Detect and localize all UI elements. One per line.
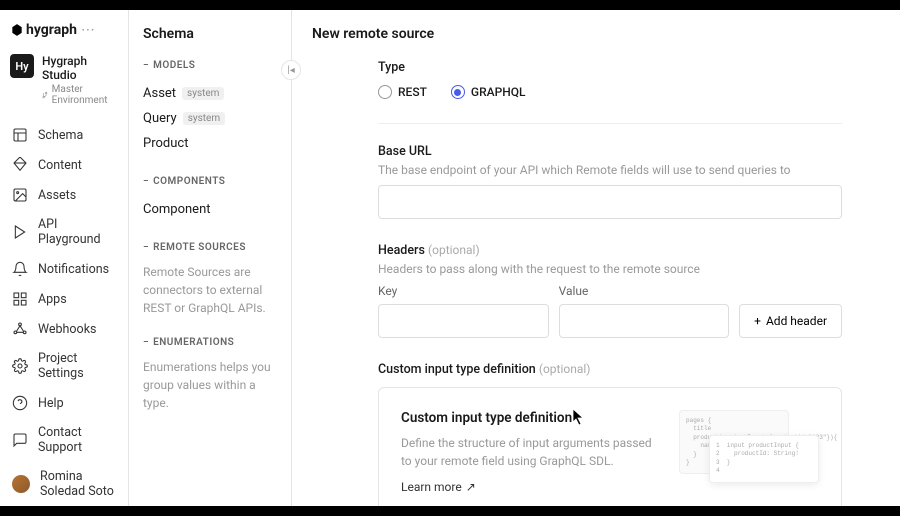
page-title: New remote source bbox=[312, 26, 880, 42]
custom-card: Custom input type definition Define the … bbox=[378, 387, 842, 506]
schema-title: Schema bbox=[143, 26, 277, 42]
code-preview-front: 1 input productInput { 2 productId: Stri… bbox=[709, 435, 819, 483]
bell-icon bbox=[12, 261, 28, 277]
baseurl-desc: The base endpoint of your API which Remo… bbox=[378, 163, 842, 177]
custom-label: Custom input type definition (optional) bbox=[378, 362, 842, 377]
model-query[interactable]: Querysystem bbox=[143, 106, 277, 131]
main-sidebar: hygraph ⋯ Hy Hygraph Studio Master Envir… bbox=[0, 10, 129, 506]
header-value-input[interactable] bbox=[559, 304, 730, 338]
project-env: Master Environment bbox=[42, 84, 118, 106]
nav-contact-support[interactable]: Contact Support bbox=[0, 418, 128, 462]
headers-label: Headers (optional) bbox=[378, 243, 842, 258]
plus-icon: + bbox=[754, 314, 761, 328]
custom-card-desc: Define the structure of input arguments … bbox=[401, 434, 659, 470]
nav-help[interactable]: Help bbox=[0, 388, 128, 418]
nav-notifications[interactable]: Notifications bbox=[0, 254, 128, 284]
radio-rest[interactable]: REST bbox=[378, 85, 427, 99]
apps-icon bbox=[12, 291, 28, 307]
header-key-label: Key bbox=[378, 284, 549, 298]
webhook-icon bbox=[12, 321, 28, 337]
header-value-label: Value bbox=[559, 284, 730, 298]
logo-icon bbox=[10, 23, 24, 37]
assets-icon bbox=[12, 187, 28, 203]
play-icon bbox=[12, 224, 28, 240]
avatar bbox=[12, 475, 30, 493]
radio-graphql[interactable]: GRAPHQL bbox=[451, 85, 526, 99]
nav-apps[interactable]: Apps bbox=[0, 284, 128, 314]
main-content: New remote source Type REST GRAPHQL Base… bbox=[292, 10, 900, 506]
schema-sidebar: |◂ Schema −MODELS Assetsystem Querysyste… bbox=[129, 10, 292, 506]
model-asset[interactable]: Assetsystem bbox=[143, 81, 277, 106]
nav-schema[interactable]: Schema bbox=[0, 120, 128, 150]
branch-icon bbox=[42, 91, 49, 100]
header-key-input[interactable] bbox=[378, 304, 549, 338]
enumerations-heading[interactable]: −ENUMERATIONS bbox=[143, 337, 277, 348]
content-icon bbox=[12, 157, 28, 173]
logo[interactable]: hygraph bbox=[10, 22, 77, 38]
remote-sources-desc: Remote Sources are connectors to externa… bbox=[143, 263, 277, 317]
nav-api-playground[interactable]: API Playground bbox=[0, 210, 128, 254]
chat-icon bbox=[12, 432, 28, 448]
nav-webhooks[interactable]: Webhooks bbox=[0, 314, 128, 344]
system-badge: system bbox=[183, 112, 225, 125]
add-header-button[interactable]: +Add header bbox=[739, 304, 842, 338]
logo-row: hygraph ⋯ bbox=[0, 22, 128, 48]
nav-project-settings[interactable]: Project Settings bbox=[0, 344, 128, 388]
baseurl-input[interactable] bbox=[378, 185, 842, 219]
project-switcher[interactable]: Hy Hygraph Studio Master Environment bbox=[0, 48, 128, 120]
help-icon bbox=[12, 395, 28, 411]
remote-sources-heading[interactable]: −REMOTE SOURCES bbox=[143, 242, 277, 253]
components-heading[interactable]: −COMPONENTS bbox=[143, 176, 277, 187]
system-badge: system bbox=[182, 87, 224, 100]
models-heading[interactable]: −MODELS bbox=[143, 60, 277, 71]
type-label: Type bbox=[378, 60, 842, 75]
custom-card-title: Custom input type definition bbox=[401, 410, 659, 426]
gear-icon bbox=[12, 358, 28, 374]
nav-user[interactable]: Romina Soledad Soto bbox=[0, 462, 128, 506]
logo-text: hygraph bbox=[26, 22, 77, 38]
nav-assets[interactable]: Assets bbox=[0, 180, 128, 210]
component-item[interactable]: Component bbox=[143, 197, 277, 222]
model-product[interactable]: Product bbox=[143, 131, 277, 156]
collapse-button[interactable]: |◂ bbox=[281, 60, 301, 80]
more-icon[interactable]: ⋯ bbox=[81, 22, 94, 38]
project-name: Hygraph Studio bbox=[42, 54, 118, 82]
headers-desc: Headers to pass along with the request t… bbox=[378, 262, 842, 276]
learn-more-link[interactable]: Learn more ↗ bbox=[401, 480, 476, 494]
baseurl-label: Base URL bbox=[378, 144, 842, 159]
schema-icon bbox=[12, 127, 28, 143]
project-badge: Hy bbox=[10, 54, 34, 78]
mouse-cursor bbox=[572, 408, 586, 426]
external-link-icon: ↗ bbox=[466, 480, 476, 494]
enumerations-desc: Enumerations helps you group values with… bbox=[143, 358, 277, 412]
nav-content[interactable]: Content bbox=[0, 150, 128, 180]
